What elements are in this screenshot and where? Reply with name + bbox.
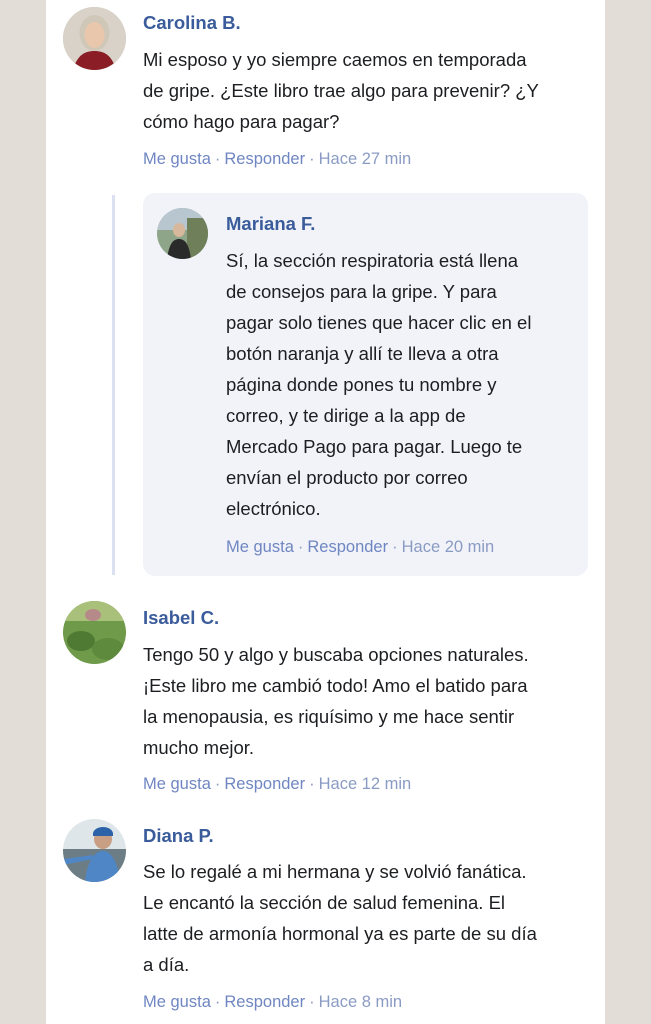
- timestamp: Hace 20 min: [401, 538, 495, 556]
- like-button[interactable]: Me gusta: [143, 150, 211, 168]
- like-button[interactable]: Me gusta: [143, 993, 211, 1011]
- comment-meta: Me gusta · Responder · Hace 27 min: [143, 150, 412, 168]
- comment-meta: Me gusta · Responder · Hace 12 min: [143, 775, 412, 793]
- author-name[interactable]: Isabel C.: [143, 607, 219, 629]
- reply-button[interactable]: Responder: [224, 993, 305, 1011]
- reply-button[interactable]: Responder: [224, 150, 305, 168]
- reply-button[interactable]: Responder: [224, 775, 305, 793]
- comment-text: Sí, la sección respiratoria está llena d…: [226, 250, 532, 519]
- author-name[interactable]: Diana P.: [143, 825, 214, 847]
- comment-text: Mi esposo y yo siempre caemos en tempora…: [143, 49, 539, 132]
- comment-meta: Me gusta · Responder · Hace 8 min: [143, 993, 403, 1011]
- reply-thread-line: [112, 195, 115, 575]
- avatar-carolina[interactable]: [63, 7, 126, 70]
- author-name[interactable]: Mariana F.: [226, 213, 315, 235]
- comment-text: Tengo 50 y algo y buscaba opciones natur…: [143, 644, 529, 758]
- like-button[interactable]: Me gusta: [226, 538, 294, 556]
- avatar-mariana[interactable]: [157, 208, 208, 259]
- like-button[interactable]: Me gusta: [143, 775, 211, 793]
- avatar-isabel[interactable]: [63, 601, 126, 664]
- comment-meta: Me gusta · Responder · Hace 20 min: [226, 538, 495, 556]
- comment-text: Se lo regalé a mi hermana y se volvió fa…: [143, 861, 537, 975]
- timestamp: Hace 12 min: [318, 775, 412, 793]
- reply-button[interactable]: Responder: [307, 538, 388, 556]
- timestamp: Hace 8 min: [318, 993, 403, 1011]
- timestamp: Hace 27 min: [318, 150, 412, 168]
- author-name[interactable]: Carolina B.: [143, 12, 241, 34]
- avatar-diana[interactable]: [63, 819, 126, 882]
